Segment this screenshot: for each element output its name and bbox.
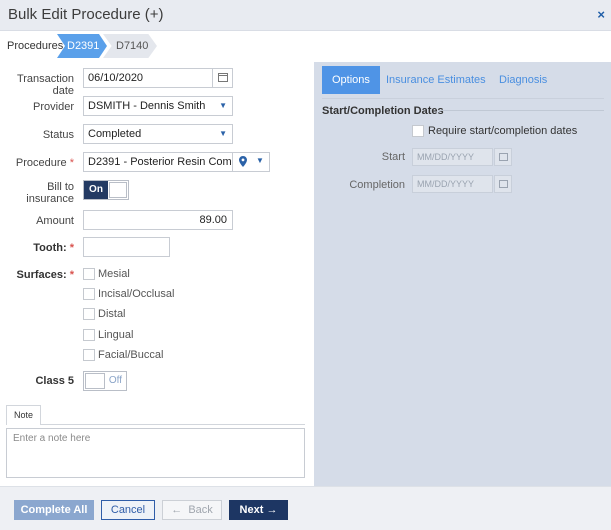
start-label: Start (381, 151, 405, 163)
required-marker: * (69, 157, 74, 169)
bill-to-insurance-label: Bill to insurance (0, 181, 74, 205)
surface-lingual-label[interactable]: Lingual (98, 329, 133, 341)
next-label: Next (239, 504, 264, 516)
breadcrumb: Procedures D7140 D2391 (0, 34, 611, 58)
breadcrumb-item-d7140[interactable]: D7140 (103, 34, 157, 58)
provider-select[interactable]: DSMITH - Dennis Smith ▼ (83, 96, 233, 116)
procedure-controls[interactable]: ▼ (232, 153, 269, 171)
surfaces-label-text: Surfaces: (16, 269, 67, 281)
tab-options[interactable]: Options (322, 66, 380, 94)
dialog-titlebar: Bulk Edit Procedure (+) × (0, 0, 611, 31)
completion-label: Completion (349, 179, 405, 191)
procedure-label: Procedure * (0, 157, 74, 169)
amount-label: Amount (36, 215, 74, 227)
chevron-down-icon: ▼ (219, 129, 227, 138)
transaction-date-label: Transaction date (16, 73, 74, 97)
tooth-label: Tooth: * (0, 242, 74, 254)
surface-incisal-occlusal-label[interactable]: Incisal/Occlusal (98, 288, 174, 300)
breadcrumb-item-d2391[interactable]: D2391 (57, 34, 107, 58)
calendar-icon (218, 73, 228, 82)
tab-insurance-estimates[interactable]: Insurance Estimates (386, 66, 486, 94)
next-button[interactable]: Next → (229, 500, 288, 520)
back-label: Back (188, 504, 213, 516)
back-button[interactable]: ← Back (162, 500, 222, 520)
note-tab[interactable]: Note (6, 405, 41, 425)
section-title: Start/Completion Dates (322, 105, 444, 117)
surface-distal-label[interactable]: Distal (98, 308, 126, 320)
cancel-button[interactable]: Cancel (101, 500, 155, 520)
start-date-input[interactable]: MM/DD/YYYY (412, 148, 493, 166)
procedure-select[interactable]: D2391 - Posterior Resin Compos ▼ (83, 152, 270, 172)
toggle-on-label: On (84, 181, 108, 199)
tooth-input[interactable] (83, 237, 170, 257)
toggle-off-label: Off (108, 375, 122, 386)
toggle-knob (109, 182, 127, 198)
chevron-down-icon: ▼ (219, 101, 227, 110)
surface-mesial-label[interactable]: Mesial (98, 268, 130, 280)
calendar-icon (499, 180, 508, 188)
calendar-icon (499, 153, 508, 161)
completion-date-input[interactable]: MM/DD/YYYY (412, 175, 493, 193)
procedure-value: D2391 - Posterior Resin Compos (88, 156, 250, 168)
breadcrumb-procedures[interactable]: Procedures (7, 34, 63, 58)
require-dates-checkbox[interactable] (412, 125, 424, 137)
transaction-date-field[interactable]: 06/10/2020 (83, 68, 233, 88)
required-marker: * (69, 242, 74, 254)
options-panel: Options Insurance Estimates Diagnosis St… (314, 62, 611, 486)
require-dates-label[interactable]: Require start/completion dates (428, 125, 577, 137)
calendar-button[interactable] (212, 68, 232, 88)
bill-to-insurance-toggle[interactable]: On (83, 180, 129, 200)
surface-facial-buccal-label[interactable]: Facial/Buccal (98, 349, 163, 361)
surface-lingual-checkbox[interactable] (83, 329, 95, 341)
tooth-label-text: Tooth: (33, 242, 67, 254)
surface-mesial-checkbox[interactable] (83, 268, 95, 280)
status-label: Status (42, 129, 74, 141)
completion-calendar-button[interactable] (494, 175, 512, 193)
surfaces-label: Surfaces: * (0, 269, 74, 281)
status-select[interactable]: Completed ▼ (83, 124, 233, 144)
provider-value: DSMITH - Dennis Smith (88, 100, 206, 112)
tab-diagnosis[interactable]: Diagnosis (499, 66, 547, 94)
note-textarea[interactable]: Enter a note here (6, 428, 305, 478)
note-tab-divider (41, 424, 305, 425)
close-icon[interactable]: × (597, 7, 605, 22)
start-calendar-button[interactable] (494, 148, 512, 166)
bill-to-label-line1: Bill to (47, 181, 74, 193)
class5-toggle[interactable]: Off (83, 371, 127, 391)
complete-all-button[interactable]: Complete All (14, 500, 94, 520)
transaction-date-value: 06/10/2020 (88, 72, 144, 84)
location-pin-icon[interactable] (239, 156, 247, 167)
procedure-label-text: Procedure (15, 157, 67, 169)
required-marker: * (69, 269, 74, 281)
surface-incisal-occlusal-checkbox[interactable] (83, 288, 95, 300)
tabs-divider (322, 98, 604, 99)
arrow-right-icon: → (266, 504, 278, 516)
section-divider (438, 110, 604, 111)
arrow-left-icon: ← (171, 504, 183, 516)
amount-input[interactable]: 89.00 (83, 210, 233, 230)
dialog-title: Bulk Edit Procedure (+) (8, 6, 164, 23)
bill-to-label-line2: insurance (26, 193, 74, 205)
status-value: Completed (88, 128, 142, 140)
class5-label: Class 5 (35, 375, 74, 387)
provider-label: Provider (33, 101, 74, 113)
surface-facial-buccal-checkbox[interactable] (83, 349, 95, 361)
chevron-down-icon[interactable]: ▼ (256, 153, 264, 170)
toggle-knob (85, 373, 105, 389)
dialog-footer: Complete All Cancel ← Back Next → (0, 486, 611, 530)
surface-distal-checkbox[interactable] (83, 308, 95, 320)
